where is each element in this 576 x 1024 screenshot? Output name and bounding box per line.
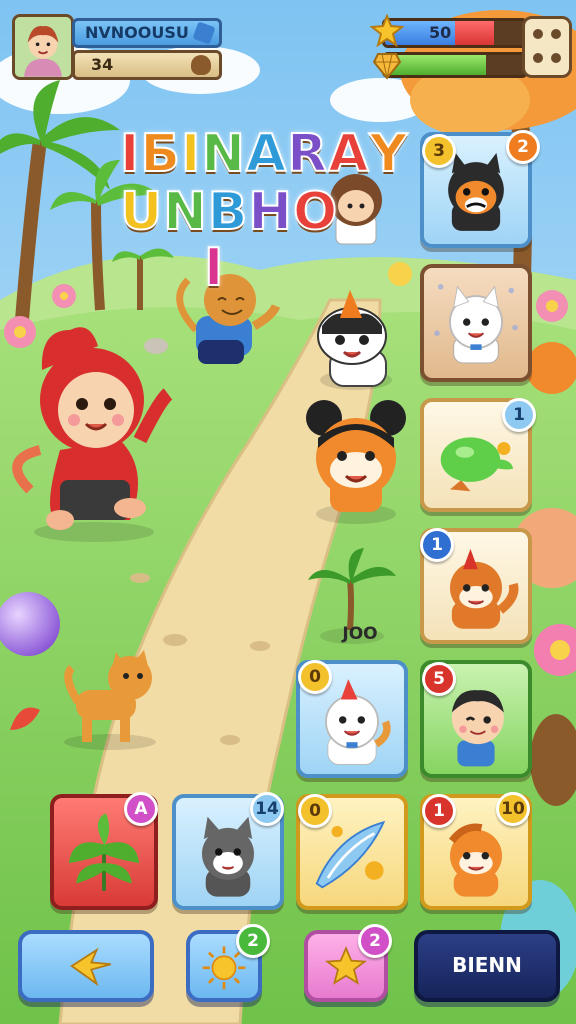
game-title: IБINARAY UNBHOI (119, 124, 420, 298)
player-name-bar[interactable]: NVNOOUSU (72, 18, 222, 48)
card-fox-badge: 1 (420, 528, 454, 562)
player-level: 34 (91, 55, 114, 74)
title-line-2-letter: B (207, 182, 249, 242)
title-line-2-end: I (203, 238, 225, 298)
title-line-1-letter: N (200, 124, 246, 184)
card-green-seed-badge: 1 (502, 398, 536, 432)
back-button[interactable] (18, 930, 154, 1002)
card-boy-badge: 5 (422, 662, 456, 696)
title-line-2-letter: H (247, 182, 293, 242)
title-line-2: UNBHOI (119, 182, 420, 298)
avatar-portrait-icon (15, 17, 71, 77)
health-value: 50 (429, 23, 452, 42)
arrow-star-icon (70, 947, 112, 987)
title-line-1-letter: Y (368, 124, 409, 184)
card-gray-cat-badge: 14 (250, 792, 284, 826)
energy-bar (382, 52, 528, 78)
title-line-1-letter: A (245, 124, 288, 184)
title-line-1-letter: I (119, 124, 141, 184)
card-leaf-badge: A (124, 792, 158, 826)
title-line-1-letter: Б (139, 124, 181, 184)
card-ginger-cat-badge-right: 10 (496, 792, 530, 826)
player-level-bar: 34 (72, 50, 222, 80)
dice-dot (533, 29, 543, 39)
title-line-1: IБINARAY (119, 124, 420, 184)
title-line-2-letter: N (162, 182, 208, 242)
title-line-2-letter: U (119, 182, 164, 242)
pinecone-icon (191, 55, 211, 75)
title-line-2-letter: O (292, 182, 339, 242)
main-action-button[interactable]: BIENN (414, 930, 560, 1002)
main-action-label: BIENN (452, 953, 522, 977)
title-line-2-text: UNBHO (119, 182, 339, 242)
dice-dot (551, 53, 561, 63)
sun-boost-badge: 2 (236, 924, 270, 958)
card-husky-badge-right: 2 (506, 130, 540, 164)
card-husky-badge-left: 3 (422, 134, 456, 168)
card-wand-badge: 0 (298, 794, 332, 828)
card-kitten-badge: 0 (298, 660, 332, 694)
edit-pencil-icon[interactable] (192, 21, 216, 45)
player-name: NVNOOUSU (85, 23, 189, 42)
star-icon (370, 14, 404, 48)
player-avatar[interactable] (12, 14, 74, 80)
white-cat-icon (434, 284, 518, 364)
card-ginger-cat-badge-left: 1 (422, 794, 456, 828)
path-sign-label: JOO (342, 624, 378, 644)
title-line-1-letter: I (180, 124, 202, 184)
title-line-1-letter: R (286, 124, 329, 184)
title-line-1-letter: A (327, 124, 370, 184)
dice-menu-button[interactable] (522, 16, 572, 78)
dice-dot (551, 29, 561, 39)
gem-icon (372, 53, 402, 80)
card-white-cat[interactable] (420, 264, 532, 382)
dice-dot (533, 53, 543, 63)
star-boost-badge: 2 (358, 924, 392, 958)
